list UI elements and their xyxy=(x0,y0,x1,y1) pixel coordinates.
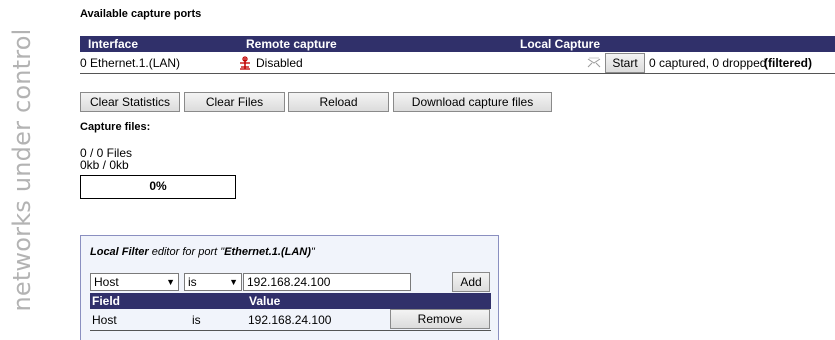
filter-rules-table: Field Value Host is 192.168.24.100 Remov… xyxy=(90,293,491,331)
local-filter-editor: Local Filter editor for port "Ethernet.1… xyxy=(80,235,499,340)
header-interface: Interface xyxy=(80,36,238,52)
disabled-antenna-icon xyxy=(238,55,252,70)
filter-row-op: is xyxy=(192,313,201,327)
reload-button[interactable]: Reload xyxy=(288,92,389,112)
filter-header-row: Field Value xyxy=(90,293,491,309)
filter-editor-title: Local Filter editor for port "Ethernet.1… xyxy=(90,246,315,258)
interface-name: 0 Ethernet.1.(LAN) xyxy=(80,52,238,74)
filter-title-port: Ethernet.1.(LAN) xyxy=(224,246,311,258)
field-select-value: Host xyxy=(94,275,119,289)
filter-title-prefix: Local Filter xyxy=(90,246,149,258)
header-remote-capture: Remote capture xyxy=(238,36,512,52)
add-filter-button[interactable]: Add xyxy=(452,272,490,292)
files-size: 0kb / 0kb xyxy=(80,158,129,172)
capture-ports-table: Interface Remote capture Local Capture 0… xyxy=(80,36,835,74)
filter-row-field: Host xyxy=(92,313,117,327)
header-local-capture: Local Capture xyxy=(512,36,835,52)
operator-select[interactable]: is ▼ xyxy=(184,273,242,291)
start-capture-button[interactable]: Start xyxy=(605,52,645,73)
filter-row-cells: Host is 192.168.24.100 Remove xyxy=(90,309,491,331)
remote-status: Disabled xyxy=(256,55,303,70)
ports-header-row: Interface Remote capture Local Capture xyxy=(80,36,835,52)
filter-title-suffix: " xyxy=(310,246,315,258)
table-row: 0 Ethernet.1.(LAN) Disabled Start 0 capt… xyxy=(80,52,835,74)
capture-envelope-icon xyxy=(587,57,601,69)
capture-stats: 0 captured, 0 dropped xyxy=(649,55,767,70)
storage-progress-bar: 0% xyxy=(80,175,236,199)
table-row: Host is 192.168.24.100 Remove xyxy=(90,309,491,331)
header-value: Value xyxy=(247,293,491,309)
field-select[interactable]: Host ▼ xyxy=(90,273,179,291)
remove-filter-button[interactable]: Remove xyxy=(390,309,490,329)
operator-select-value: is xyxy=(188,275,197,289)
brand-text: networks under control xyxy=(8,28,36,312)
progress-text: 0% xyxy=(149,179,167,193)
remote-capture-cell: Disabled xyxy=(238,52,512,74)
filter-state[interactable]: (filtered) xyxy=(764,56,812,70)
clear-files-button[interactable]: Clear Files xyxy=(184,92,285,112)
brand-watermark: networks under control xyxy=(0,0,46,340)
capture-files-title: Capture files: xyxy=(80,121,151,133)
local-capture-cell: Start 0 captured, 0 dropped (filtered) xyxy=(512,52,835,74)
filter-title-middle: editor for port " xyxy=(148,246,225,258)
filter-value-input[interactable]: 192.168.24.100 xyxy=(243,273,411,291)
download-capture-files-button[interactable]: Download capture files xyxy=(393,92,552,112)
filter-row-value: 192.168.24.100 xyxy=(248,313,332,327)
clear-statistics-button[interactable]: Clear Statistics xyxy=(80,92,180,112)
header-field: Field xyxy=(90,293,247,309)
chevron-down-icon: ▼ xyxy=(229,277,238,287)
chevron-down-icon: ▼ xyxy=(166,277,175,287)
section-title: Available capture ports xyxy=(80,8,202,20)
